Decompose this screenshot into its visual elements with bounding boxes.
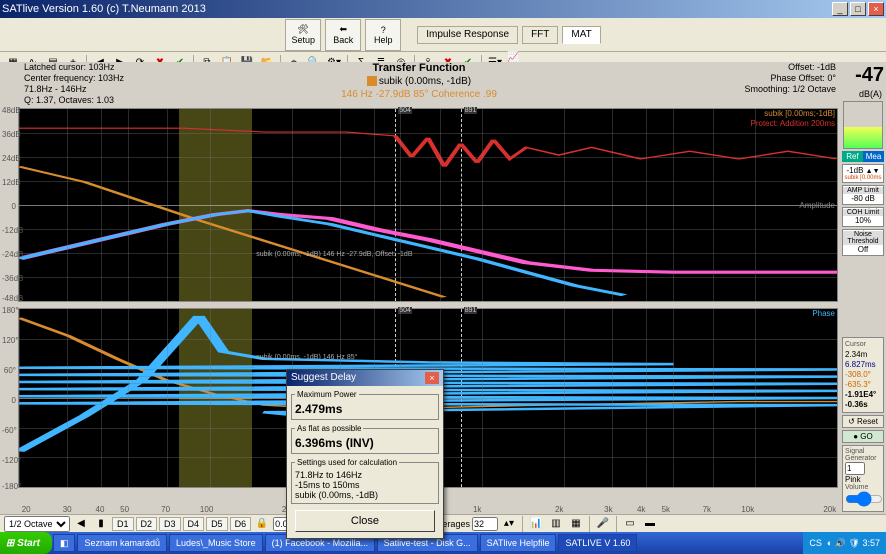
spl-unit: dB(A) [840, 89, 886, 99]
smoothing-label: Smoothing: 1/2 Octave [744, 84, 836, 95]
flat-fieldset: As flat as possible 6.396ms (INV) [291, 424, 439, 454]
app-title: SATlive Version 1.60 (c) T.Neumann 2013 [2, 3, 206, 15]
back-button[interactable]: ⬅Back [325, 19, 361, 51]
legend-text: subik (0.00ms, -1dB) [379, 76, 471, 87]
back-icon: ⬅ [339, 24, 347, 35]
system-tray[interactable]: CS ◐ 🔊 🛡 3:57 [803, 532, 886, 554]
dialog-titlebar[interactable]: Suggest Delay × [287, 370, 443, 386]
offset-label: Offset: -1dB [744, 62, 836, 73]
d4-chip[interactable]: D4 [183, 517, 205, 531]
amp-limit-pill[interactable]: AMP Limit-80 dB [842, 185, 884, 205]
max-power-fieldset: Maximum Power 2.479ms [291, 390, 439, 420]
noise-threshold-pill[interactable]: Noise ThresholdOff [842, 229, 884, 256]
phase-inline-label: subik (0.00ms, -1dB) 146 Hz 85° [256, 354, 357, 361]
tab-fft[interactable]: FFT [522, 26, 558, 44]
level-meter [843, 101, 883, 149]
spinner-up-down[interactable]: ▴▾ [500, 515, 518, 533]
reset-button[interactable]: ↺ Reset [842, 415, 884, 428]
magnitude-plot[interactable]: 504 891 subik [0.00ms;-1dB] Protect: Add… [18, 108, 838, 302]
d3-chip[interactable]: D3 [159, 517, 181, 531]
maximize-button[interactable]: □ [850, 2, 866, 16]
scale-pill[interactable]: -1dB ▲▼subik [0.00ms [842, 164, 884, 183]
d2-chip[interactable]: D2 [136, 517, 158, 531]
tray-clock: 3:57 [862, 538, 880, 548]
window-titlebar: SATlive Version 1.60 (c) T.Neumann 2013 … [0, 0, 886, 18]
btn-prev[interactable]: ◀ [72, 515, 90, 533]
mea-button[interactable]: Mea [863, 151, 884, 162]
workspace: Latched cursor: 103Hz Center frequency: … [0, 62, 886, 512]
coh-limit-pill[interactable]: COH Limit10% [842, 207, 884, 227]
spl-readout: -47 [840, 64, 886, 87]
dialog-close-icon[interactable]: × [425, 372, 439, 384]
octave-select[interactable]: 1/2 Octave [4, 516, 70, 532]
chart-header: Transfer Function subik (0.00ms, -1dB) 1… [0, 62, 838, 101]
magnitude-traces [19, 109, 837, 301]
start-button[interactable]: ⊞ Start [0, 532, 52, 554]
taskbar-item-1[interactable]: Seznam kamarádů [77, 534, 167, 552]
wrench-icon: 🛠 [298, 24, 309, 35]
settings-fieldset: Settings used for calculation 71.8Hz to … [291, 458, 439, 504]
view-a-icon[interactable]: ▭ [621, 515, 639, 533]
taskbar-item-2[interactable]: Ludes\_Music Store [169, 534, 263, 552]
help-icon: ? [381, 25, 386, 35]
signal-generator-panel: Signal Generator Pink Volume [842, 445, 884, 512]
dialog-close-button[interactable]: Close [295, 510, 435, 532]
cursor-readout-box: Cursor 2.34m 6.827ms -308.0° -635.3° -1.… [842, 337, 884, 413]
dialog-title: Suggest Delay [291, 372, 356, 384]
tab-impulse-response[interactable]: Impulse Response [417, 26, 518, 44]
max-power-value: 2.479ms [295, 402, 435, 416]
averages-input[interactable] [472, 517, 498, 531]
d1-chip[interactable]: D1 [112, 517, 134, 531]
tray-lang[interactable]: CS [809, 538, 822, 548]
ylabel-phase: 180° [2, 306, 16, 315]
volume-slider[interactable] [845, 491, 883, 507]
chart-readout: 146 Hz -27.9dB 85° Coherence .99 [0, 88, 838, 101]
legend-swatch [367, 76, 377, 86]
chart-title-text: Transfer Function [0, 62, 838, 75]
right-side-panel: -47 dB(A) Ref Mea -1dB ▲▼subik [0.00ms A… [840, 62, 886, 512]
taskbar-item-5[interactable]: SATlive Helpfile [480, 534, 557, 552]
d6-chip[interactable]: D6 [230, 517, 252, 531]
taskbar-item-0[interactable]: ◧ [53, 534, 76, 552]
windows-icon: ⊞ [6, 538, 14, 549]
taskbar-item-6[interactable]: SATLIVE V 1.60 [558, 534, 637, 552]
close-button[interactable]: × [868, 2, 884, 16]
ylabel-mag: 48dB [2, 106, 16, 115]
tray-icons[interactable]: ◐ 🔊 🛡 [827, 538, 860, 549]
setup-button[interactable]: 🛠Setup [285, 19, 321, 51]
mic-icon[interactable]: 🎤 [594, 515, 612, 533]
go-button[interactable]: ● GO [842, 430, 884, 443]
suggest-delay-dialog: Suggest Delay × Maximum Power 2.479ms As… [286, 369, 444, 539]
tab-mat[interactable]: MAT [562, 26, 600, 44]
phase-offset-label: Phase Offset: 0° [744, 73, 836, 84]
main-toolbar: 🛠Setup ⬅Back ?Help Impulse Response FFT … [0, 18, 886, 52]
flat-value: 6.396ms (INV) [295, 436, 435, 450]
view-b-icon[interactable]: ▬ [641, 515, 659, 533]
ref-mea-toggle: Ref Mea [842, 151, 884, 162]
d5-chip[interactable]: D5 [206, 517, 228, 531]
chart-small-icon[interactable]: 📊 [527, 515, 545, 533]
lock-icon[interactable]: 🔒 [253, 515, 271, 533]
ref-button[interactable]: Ref [842, 151, 863, 162]
help-button[interactable]: ?Help [365, 19, 401, 51]
minimize-button[interactable]: _ [832, 2, 848, 16]
grid-small-icon[interactable]: ▦ [567, 515, 585, 533]
siggen-value-input[interactable] [845, 462, 865, 475]
trace-inline-label: subik (0.00ms, -1dB) 146 Hz -27.9dB, Off… [256, 251, 412, 258]
smoothing-info-block: Offset: -1dB Phase Offset: 0° Smoothing:… [744, 62, 836, 95]
siggen-type[interactable]: Pink [845, 475, 861, 484]
stack-icon[interactable]: ▥ [547, 515, 565, 533]
btn-bar-icon[interactable]: ▮ [92, 515, 110, 533]
